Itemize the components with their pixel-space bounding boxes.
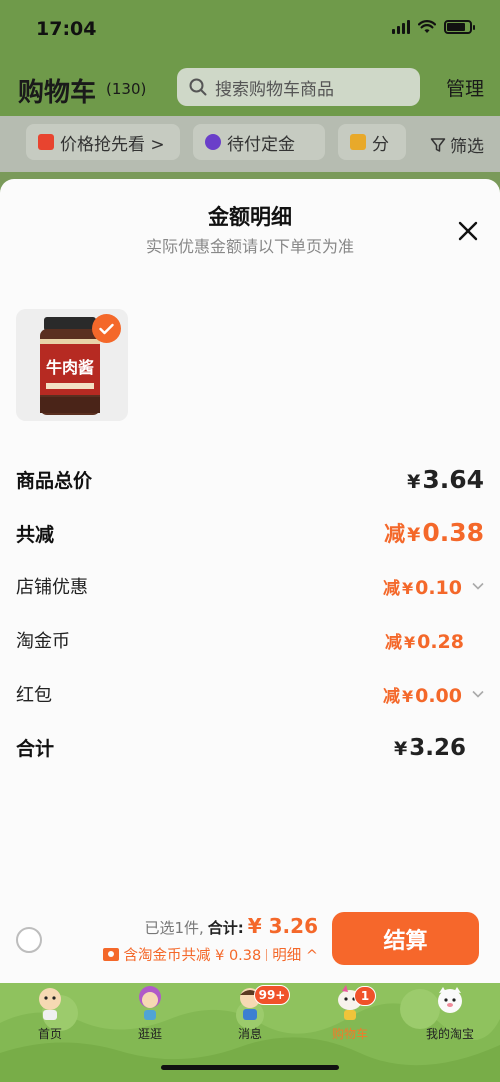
chip-price-preview[interactable]: 价格抢先看 > [26, 124, 180, 160]
discount-text: 含淘金币共减 ¥ 0.38 [123, 948, 262, 964]
discount-summary[interactable]: 含淘金币共减 ¥ 0.38 明细 ^ [102, 944, 318, 965]
detail-link[interactable]: 明细 ^ [272, 944, 318, 965]
browse-mascot-icon [139, 986, 161, 1020]
search-icon [189, 78, 207, 96]
tab-messages[interactable]: 99+ 消息 [200, 983, 300, 1053]
funnel-icon [430, 137, 446, 152]
chip-category[interactable]: 分 [338, 124, 406, 160]
sheet-subtitle: 实际优惠金额请以下单页为准 [145, 237, 354, 256]
price-tag-icon [38, 134, 54, 150]
coupon-icon [102, 948, 119, 961]
battery-icon [444, 20, 475, 34]
amount-detail-sheet: 金额明细 实际优惠金额请以下单页为准 牛肉酱 商品总价 ¥ 3.64 共减 减 … [0, 179, 500, 983]
row-taojinbi: 淘金币 减 ¥ 0.28 [16, 627, 484, 653]
status-icons [392, 20, 475, 34]
page-title: 购物车 [18, 78, 97, 108]
cart-item-count: (130) [106, 80, 147, 98]
chip-pending-deposit[interactable]: 待付定金 [193, 124, 325, 160]
row-grand-total: 合计 ¥ 3.26 [16, 734, 484, 761]
row-value: 减 ¥ 0.10 [383, 574, 484, 599]
row-goods-total: 商品总价 ¥ 3.64 [16, 465, 484, 494]
chevron-down-icon [472, 690, 484, 698]
total-label: 合计: [207, 919, 244, 937]
manage-button[interactable]: 管理 [446, 74, 484, 101]
tab-label: 我的淘宝 [425, 1027, 474, 1041]
total-value: ¥ 3.26 [247, 914, 318, 938]
tab-label: 购物车 [331, 1027, 368, 1041]
row-value: 减 ¥ 0.00 [383, 682, 484, 707]
cellular-signal-icon [392, 20, 410, 34]
folder-icon [350, 134, 366, 150]
my-taobao-mascot-icon [438, 987, 462, 1013]
row-value: ¥ 3.26 [394, 734, 466, 761]
checkmark-icon [99, 323, 114, 334]
cart-badge: 1 [354, 986, 376, 1006]
row-value: ¥ 3.64 [407, 465, 484, 494]
close-icon[interactable] [456, 219, 480, 243]
row-label: 共减 [16, 523, 55, 546]
filter-bar: 价格抢先看 > 待付定金 分 筛选 [0, 116, 500, 172]
row-label: 淘金币 [16, 631, 70, 652]
item-selected-checkbox[interactable] [92, 314, 121, 343]
tab-browse[interactable]: 逛逛 [100, 983, 200, 1053]
tab-label: 消息 [237, 1027, 262, 1041]
divider [266, 948, 268, 961]
wifi-icon [418, 20, 436, 33]
status-time: 17:04 [36, 18, 97, 40]
search-placeholder: 搜索购物车商品 [215, 79, 334, 100]
search-input[interactable]: 搜索购物车商品 [177, 68, 420, 106]
chip-label: 分 [372, 134, 389, 155]
filter-label: 筛选 [450, 137, 484, 157]
tab-cart[interactable]: 1 购物车 [300, 983, 400, 1053]
sheet-title: 金额明细 [208, 205, 292, 229]
row-label: 红包 [16, 685, 52, 706]
status-bar: 17:04 [0, 0, 500, 58]
selected-count: 已选1件, [144, 919, 204, 937]
row-red-packet[interactable]: 红包 减 ¥ 0.00 [16, 681, 484, 707]
home-mascot-icon [39, 988, 61, 1020]
row-value: 减 ¥ 0.38 [384, 518, 484, 547]
chevron-down-icon [472, 582, 484, 590]
filter-button[interactable]: 筛选 [430, 132, 484, 157]
chip-label: 价格抢先看 > [60, 134, 165, 155]
row-label: 店铺优惠 [16, 577, 88, 598]
tab-label: 首页 [37, 1027, 62, 1041]
jar-label-text: 牛肉酱 [46, 358, 94, 377]
tab-home[interactable]: 首页 [0, 983, 100, 1053]
messages-badge: 99+ [254, 985, 290, 1005]
row-label: 合计 [16, 738, 55, 760]
clock-icon [205, 134, 221, 150]
row-value: 减 ¥ 0.28 [384, 630, 464, 653]
home-indicator [161, 1065, 339, 1070]
chip-label: 待付定金 [227, 134, 295, 155]
cart-header: 购物车 (130) 搜索购物车商品 管理 [0, 58, 500, 116]
tab-my-taobao[interactable]: 我的淘宝 [400, 983, 500, 1053]
row-total-reduction: 共减 减 ¥ 0.38 [16, 518, 484, 548]
checkout-button[interactable]: 结算 [332, 912, 479, 965]
checkout-summary: 已选1件, 合计: ¥ 3.26 [144, 914, 318, 938]
row-label: 商品总价 [16, 470, 93, 492]
row-store-discount[interactable]: 店铺优惠 减 ¥ 0.10 [16, 573, 484, 599]
tab-label: 逛逛 [137, 1027, 162, 1041]
select-all-radio[interactable] [16, 927, 42, 953]
